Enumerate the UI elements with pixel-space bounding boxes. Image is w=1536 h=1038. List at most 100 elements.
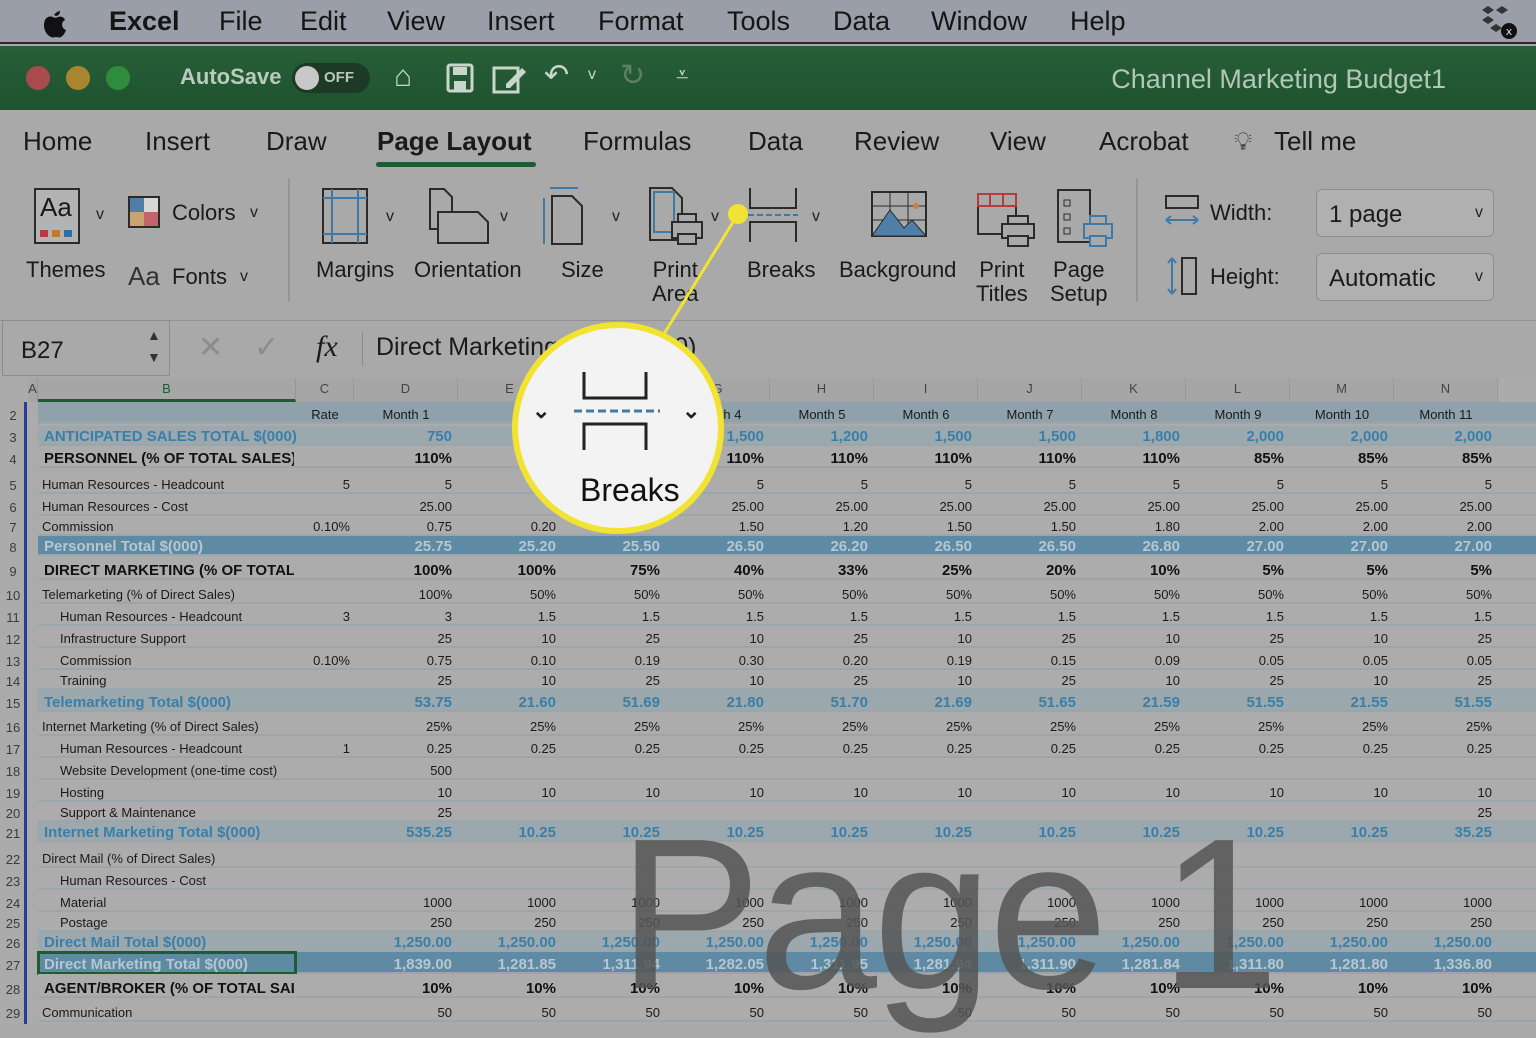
value-cell[interactable]: 10.25 — [1186, 825, 1284, 840]
row-label-cell[interactable]: PERSONNEL (% OF TOTAL SALES) — [44, 452, 294, 466]
value-cell[interactable]: 110% — [874, 451, 972, 466]
value-cell[interactable]: 10 — [1082, 786, 1180, 800]
value-cell[interactable]: 0.25 — [874, 742, 972, 756]
value-cell[interactable]: 5 — [1394, 478, 1492, 492]
rate-cell[interactable]: 1 — [296, 742, 350, 756]
row-label-cell[interactable]: Communication — [42, 1006, 302, 1020]
value-cell[interactable]: 1,311.94 — [562, 957, 660, 972]
value-cell[interactable]: 1.5 — [458, 610, 556, 624]
autosave-toggle[interactable]: OFF — [292, 63, 370, 93]
value-cell[interactable]: 1,250.00 — [978, 935, 1076, 950]
apple-icon[interactable] — [40, 6, 68, 38]
value-cell[interactable]: 1,311.90 — [978, 957, 1076, 972]
menu-format[interactable]: Format — [598, 6, 684, 37]
insert-function-icon[interactable]: fx — [316, 330, 338, 364]
value-cell[interactable]: 50 — [770, 1006, 868, 1020]
column-header-n[interactable]: N — [1394, 378, 1498, 402]
row-header[interactable]: 25 — [0, 916, 26, 931]
tab-insert[interactable]: Insert — [145, 126, 210, 157]
value-cell[interactable]: 1.5 — [1290, 610, 1388, 624]
value-cell[interactable]: 1.5 — [770, 610, 868, 624]
value-cell[interactable]: 51.55 — [1394, 695, 1492, 710]
row-header[interactable]: 4 — [0, 452, 26, 467]
column-header-h[interactable]: H — [770, 378, 874, 402]
value-cell[interactable]: 26.50 — [666, 539, 764, 554]
value-cell[interactable]: 25.20 — [458, 539, 556, 554]
value-cell[interactable]: 1,800 — [1082, 429, 1180, 444]
value-cell[interactable]: 21.69 — [874, 695, 972, 710]
row-header[interactable]: 16 — [0, 720, 26, 735]
row-label-cell[interactable]: Material — [60, 896, 320, 910]
name-box-down-arrow-icon[interactable]: ▼ — [147, 349, 161, 365]
value-cell[interactable]: 100% — [354, 563, 452, 578]
row-label-cell[interactable]: AGENT/BROKER (% OF TOTAL SALES) — [44, 982, 294, 996]
value-cell[interactable]: 1000 — [874, 896, 972, 910]
row-label-cell[interactable]: Hosting — [60, 786, 320, 800]
dropbox-icon[interactable]: x — [1478, 4, 1520, 40]
row-header[interactable]: 11 — [0, 610, 26, 625]
column-header-c[interactable]: C — [296, 378, 354, 402]
rate-cell[interactable]: 0.10% — [296, 654, 350, 668]
zoom-window-button[interactable] — [106, 66, 130, 90]
value-cell[interactable]: 50% — [978, 588, 1076, 602]
value-cell[interactable]: 5% — [1394, 563, 1492, 578]
value-cell[interactable]: 25 — [562, 632, 660, 646]
value-cell[interactable]: 10 — [1290, 786, 1388, 800]
value-cell[interactable]: 85% — [1290, 451, 1388, 466]
width-dropdown[interactable]: 1 page v — [1316, 189, 1494, 237]
value-cell[interactable]: 10% — [1186, 981, 1284, 996]
value-cell[interactable]: 25% — [458, 720, 556, 734]
value-cell[interactable]: 1,250.00 — [874, 935, 972, 950]
value-cell[interactable]: 0.09 — [1082, 654, 1180, 668]
tab-view[interactable]: View — [990, 126, 1046, 157]
menu-view[interactable]: View — [387, 6, 445, 37]
value-cell[interactable]: 3 — [354, 610, 452, 624]
print-titles-icon[interactable] — [976, 192, 1036, 248]
value-cell[interactable]: 250 — [354, 916, 452, 930]
row-header[interactable]: 17 — [0, 742, 26, 757]
value-cell[interactable]: 10 — [562, 786, 660, 800]
value-cell[interactable]: 53.75 — [354, 695, 452, 710]
value-cell[interactable]: 27.00 — [1290, 539, 1388, 554]
column-header-m[interactable]: M — [1290, 378, 1394, 402]
value-cell[interactable]: 1,336.80 — [1394, 957, 1492, 972]
value-cell[interactable]: 1,250.00 — [354, 935, 452, 950]
value-cell[interactable]: 21.59 — [1082, 695, 1180, 710]
value-cell[interactable]: 25 — [354, 632, 452, 646]
value-cell[interactable]: 25% — [770, 720, 868, 734]
value-cell[interactable]: 1000 — [458, 896, 556, 910]
menu-data[interactable]: Data — [833, 6, 890, 37]
value-cell[interactable]: 10.25 — [1290, 825, 1388, 840]
value-cell[interactable]: 25% — [1082, 720, 1180, 734]
rate-cell[interactable]: 0.10% — [296, 520, 350, 534]
row-header[interactable]: 14 — [0, 674, 26, 689]
value-cell[interactable]: 10 — [1394, 786, 1492, 800]
value-cell[interactable]: 50 — [874, 1006, 972, 1020]
value-cell[interactable]: 25% — [1186, 720, 1284, 734]
value-cell[interactable]: 10 — [874, 632, 972, 646]
value-cell[interactable]: 5 — [354, 478, 452, 492]
value-cell[interactable]: 25.00 — [354, 500, 452, 514]
value-cell[interactable]: 5 — [1186, 478, 1284, 492]
value-cell[interactable]: 50% — [562, 588, 660, 602]
value-cell[interactable]: 110% — [1082, 451, 1180, 466]
value-cell[interactable]: 500 — [354, 764, 452, 778]
row-header[interactable]: 9 — [0, 564, 26, 579]
value-cell[interactable]: 250 — [1394, 916, 1492, 930]
value-cell[interactable]: 10 — [770, 786, 868, 800]
value-cell[interactable]: 0.15 — [978, 654, 1076, 668]
column-header-d[interactable]: D — [354, 378, 458, 402]
value-cell[interactable]: 5% — [1186, 563, 1284, 578]
value-cell[interactable]: Month 10 — [1290, 408, 1394, 422]
value-cell[interactable]: 10 — [1290, 674, 1388, 688]
row-label-cell[interactable]: Human Resources - Headcount — [60, 610, 320, 624]
value-cell[interactable]: 25% — [874, 720, 972, 734]
value-cell[interactable]: Month 6 — [874, 408, 978, 422]
value-cell[interactable]: 10 — [458, 786, 556, 800]
value-cell[interactable]: 250 — [458, 916, 556, 930]
value-cell[interactable]: 10% — [1082, 563, 1180, 578]
value-cell[interactable]: 21.60 — [458, 695, 556, 710]
value-cell[interactable]: 1000 — [354, 896, 452, 910]
value-cell[interactable]: 1,500 — [978, 429, 1076, 444]
value-cell[interactable]: 0.20 — [770, 654, 868, 668]
